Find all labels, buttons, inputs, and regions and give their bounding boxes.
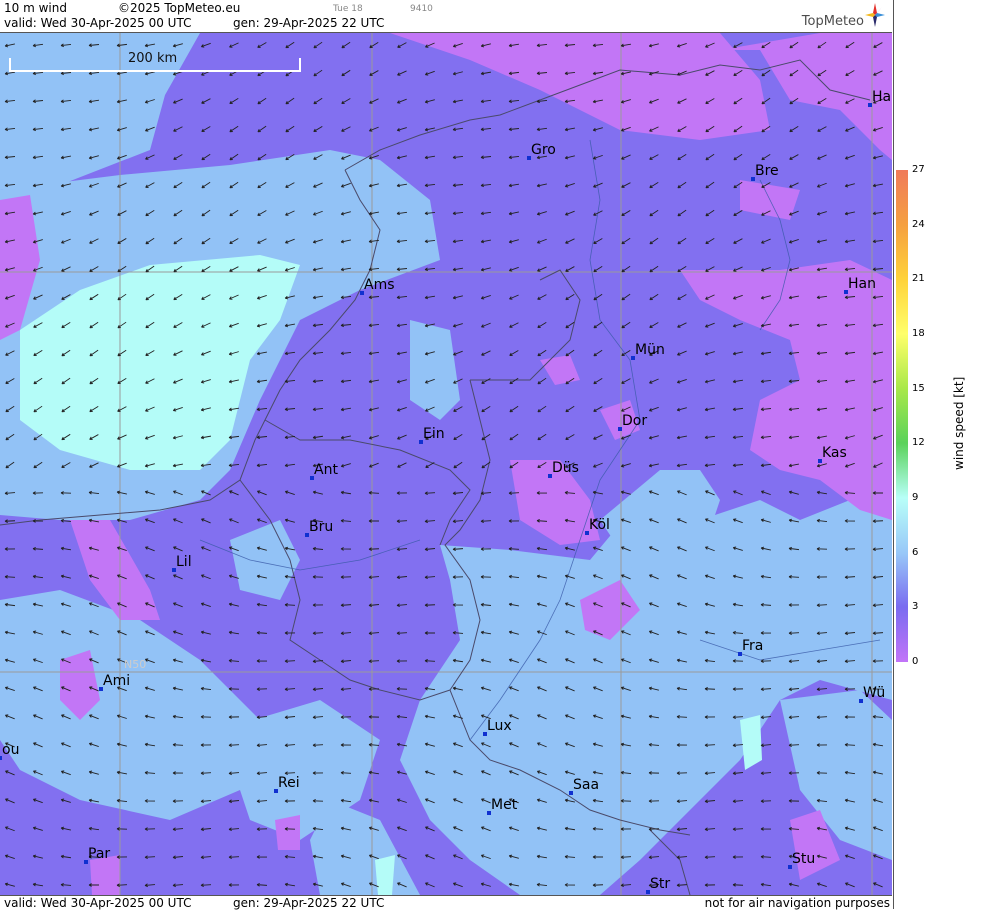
city-label: Dor bbox=[622, 413, 648, 429]
latitude-label: N50 bbox=[124, 658, 147, 671]
city-label: Ami bbox=[103, 673, 131, 689]
city-label: Gro bbox=[531, 142, 556, 158]
city-label: Ha bbox=[872, 89, 892, 105]
footer-disclaimer: not for air navigation purposes bbox=[704, 896, 890, 910]
colorbar-tick: 12 bbox=[912, 437, 925, 449]
code-label: 9410 bbox=[410, 4, 433, 14]
map-header: 10 m wind ©2025 TopMeteo.eu Tue 18 9410 … bbox=[0, 0, 892, 33]
city-label: Fra bbox=[742, 638, 764, 654]
city-label: Ams bbox=[364, 277, 395, 293]
city-label: Han bbox=[848, 276, 876, 292]
city-label: Bre bbox=[755, 163, 779, 179]
colorbar-tick: 9 bbox=[912, 492, 919, 503]
colorbar-segment bbox=[896, 170, 908, 225]
legend-panel: 27 24 21 18 15 12 9 6 3 0 wind speed [kt] bbox=[893, 0, 983, 909]
city-label: Ein bbox=[423, 426, 445, 442]
city-label: Met bbox=[491, 797, 518, 813]
city-label: Str bbox=[650, 876, 671, 892]
colorbar-segment bbox=[896, 552, 908, 608]
city-label: Stu bbox=[792, 851, 816, 867]
colorbar-segment bbox=[896, 443, 908, 498]
city-label: Köl bbox=[589, 517, 610, 533]
city-label: Lux bbox=[487, 718, 512, 734]
colorbar-segment bbox=[896, 334, 908, 389]
colorbar-tick: 15 bbox=[912, 382, 925, 394]
colorbar-tick: 24 bbox=[912, 218, 925, 230]
colorbar-segment bbox=[896, 498, 908, 553]
city-label: Kas bbox=[822, 445, 847, 461]
city-label: Bru bbox=[309, 519, 334, 535]
logo-text: TopMeteo bbox=[801, 14, 864, 29]
city-label: Wü bbox=[863, 685, 886, 701]
city-label: Saa bbox=[573, 777, 600, 793]
colorbar-segment bbox=[896, 279, 908, 334]
map-footer: valid: Wed 30-Apr-2025 00 UTC gen: 29-Ap… bbox=[0, 895, 892, 910]
colorbar-tick: 27 bbox=[912, 164, 925, 175]
city-label: ou bbox=[2, 742, 20, 758]
city-label: Lil bbox=[176, 554, 192, 570]
valid-time: valid: Wed 30-Apr-2025 00 UTC bbox=[4, 16, 192, 30]
footer-valid-time: valid: Wed 30-Apr-2025 00 UTC bbox=[4, 896, 192, 910]
city-label: Par bbox=[88, 846, 111, 862]
city-label: Rei bbox=[278, 775, 300, 791]
topmeteo-logo[interactable]: TopMeteo bbox=[786, 2, 886, 30]
city-label: Ant bbox=[314, 462, 338, 478]
colorbar-segment bbox=[896, 224, 908, 280]
generated-time: gen: 29-Apr-2025 22 UTC bbox=[233, 16, 385, 30]
compass-icon bbox=[865, 3, 885, 27]
city-label: Mün bbox=[635, 342, 665, 358]
scale-bar-label: 200 km bbox=[128, 51, 178, 66]
colorbar-tick: 21 bbox=[912, 273, 925, 285]
copyright: ©2025 TopMeteo.eu bbox=[118, 1, 241, 15]
colorbar-segment bbox=[896, 607, 908, 662]
colorbar-tick: 3 bbox=[912, 601, 919, 613]
run-label: Tue 18 bbox=[333, 4, 363, 14]
field-name: 10 m wind bbox=[4, 1, 67, 15]
colorbar-tick: 18 bbox=[912, 328, 925, 339]
colorbar-title: wind speed [kt] bbox=[952, 376, 966, 470]
city-label: Düs bbox=[552, 460, 579, 476]
colorbar-segment bbox=[896, 388, 908, 444]
footer-generated-time: gen: 29-Apr-2025 22 UTC bbox=[233, 896, 385, 910]
colorbar-tick: 0 bbox=[912, 656, 919, 667]
colorbar-tick: 6 bbox=[912, 546, 919, 558]
